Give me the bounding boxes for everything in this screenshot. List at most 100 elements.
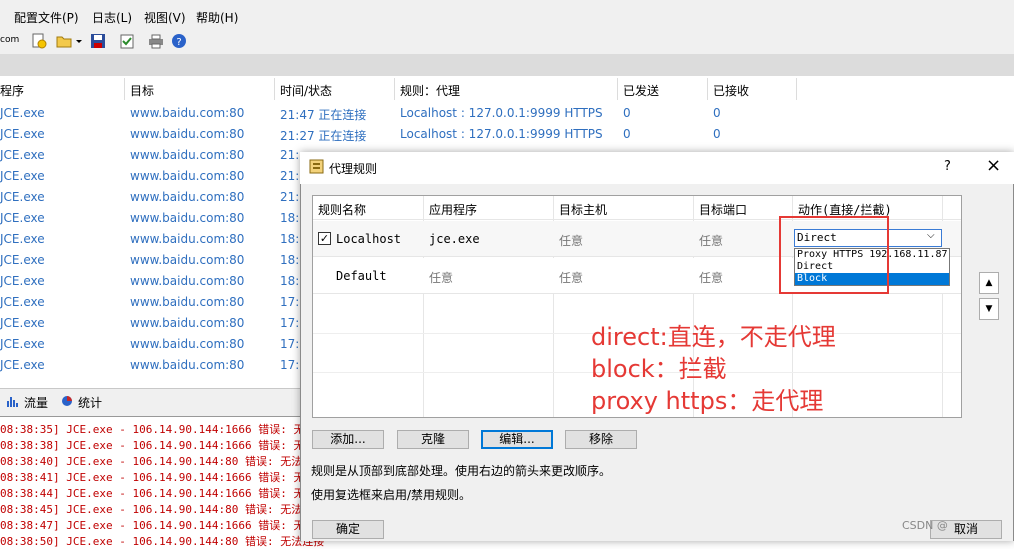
log-line: 08:38:50] JCE.exe - 106.14.90.144:80 错误:… — [0, 535, 325, 548]
statistics-pie-icon — [60, 395, 74, 407]
edit-button[interactable]: 编辑... — [481, 430, 553, 449]
table-cell: JCE.exe — [0, 274, 45, 288]
table-cell: 18: — [280, 211, 300, 225]
table-cell: JCE.exe — [0, 295, 45, 309]
log-line: 08:38:44] JCE.exe - 106.14.90.144:1666 错… — [0, 487, 327, 500]
table-cell: 18: — [280, 253, 300, 267]
rule-application: jce.exe — [429, 232, 480, 246]
log-line: 08:38:35] JCE.exe - 106.14.90.144:1666 错… — [0, 423, 327, 436]
log-line: 08:38:38] JCE.exe - 106.14.90.144:1666 错… — [0, 439, 327, 452]
column-header-time-status[interactable]: 时间/状态 — [280, 82, 332, 99]
column-divider — [394, 78, 395, 100]
chevron-down-icon[interactable]: ⌵ — [927, 230, 935, 241]
table-cell: 21: — [280, 148, 300, 162]
table-cell: JCE.exe — [0, 169, 45, 183]
table-cell: 0 — [623, 127, 631, 141]
log-line: 08:38:45] JCE.exe - 106.14.90.144:80 错误:… — [0, 503, 325, 516]
table-cell: www.baidu.com:80 — [130, 127, 245, 141]
table-cell: JCE.exe — [0, 106, 45, 120]
rule-target-port: 任意 — [699, 234, 724, 248]
profile-checker-icon[interactable] — [119, 33, 135, 49]
table-cell: 21: — [280, 190, 300, 204]
table-cell: www.baidu.com:80 — [130, 106, 245, 120]
rule-target-host: 任意 — [559, 234, 584, 248]
table-cell: JCE.exe — [0, 358, 45, 372]
table-cell: Localhost : 127.0.0.1:9999 HTTPS — [400, 106, 603, 120]
table-cell: 17: — [280, 295, 300, 309]
column-header-sent[interactable]: 已发送 — [623, 82, 659, 99]
table-cell: www.baidu.com:80 — [130, 211, 245, 225]
table-cell: www.baidu.com:80 — [130, 295, 245, 309]
rules-header-target-host[interactable]: 目标主机 — [559, 201, 607, 218]
hint-order: 规则是从顶部到底部处理。使用右边的箭头来更改顺序。 — [311, 464, 612, 478]
column-header-target[interactable]: 目标 — [130, 82, 154, 99]
rule-name: Default — [336, 269, 387, 283]
log-line: 08:38:47] JCE.exe - 106.14.90.144:1666 错… — [0, 519, 327, 532]
print-icon[interactable] — [148, 33, 164, 49]
traffic-chart-icon — [6, 395, 20, 407]
table-cell: www.baidu.com:80 — [130, 190, 245, 204]
column-divider — [274, 78, 275, 100]
rule-enabled-checkbox[interactable]: ✓ — [318, 232, 331, 245]
open-folder-icon[interactable] — [56, 33, 72, 49]
annotation-block: block：拦截 — [591, 355, 727, 383]
close-button[interactable]: × — [986, 155, 1001, 176]
new-profile-icon[interactable] — [31, 33, 47, 49]
menu-log[interactable]: 日志(L) — [92, 9, 132, 26]
dialog-titlebar — [300, 152, 1014, 184]
table-cell: JCE.exe — [0, 253, 45, 267]
rule-target-port: 任意 — [699, 271, 724, 285]
rule-name: Localhost — [336, 232, 402, 246]
clone-button[interactable]: 克隆 — [397, 430, 469, 449]
add-button[interactable]: 添加... — [312, 430, 384, 449]
menu-help[interactable]: 帮助(H) — [196, 9, 238, 26]
table-cell: JCE.exe — [0, 127, 45, 141]
menu-profile[interactable]: 配置文件(P) — [14, 9, 79, 26]
table-cell: JCE.exe — [0, 211, 45, 225]
ok-button[interactable]: 确定 — [312, 520, 384, 539]
table-cell: 17: — [280, 358, 300, 372]
save-icon[interactable] — [90, 33, 106, 49]
annotation-highlight-box — [779, 216, 889, 294]
move-up-button[interactable]: ▲ — [979, 272, 999, 294]
arrow-down-icon: ▼ — [985, 304, 993, 314]
table-cell: 0 — [713, 106, 721, 120]
table-cell: 18: — [280, 274, 300, 288]
log-line: 08:38:41] JCE.exe - 106.14.90.144:1666 错… — [0, 471, 327, 484]
table-cell: 18: — [280, 232, 300, 246]
move-down-button[interactable]: ▼ — [979, 298, 999, 320]
dropdown-arrow-icon[interactable] — [75, 33, 83, 49]
table-cell: JCE.exe — [0, 337, 45, 351]
remove-button[interactable]: 移除 — [565, 430, 637, 449]
table-cell: 0 — [713, 127, 721, 141]
svg-text:?: ? — [176, 37, 181, 48]
rules-header-target-port[interactable]: 目标端口 — [699, 201, 747, 218]
table-cell: JCE.exe — [0, 232, 45, 246]
column-divider — [124, 78, 125, 100]
rules-header-application[interactable]: 应用程序 — [429, 201, 477, 218]
table-cell: www.baidu.com:80 — [130, 316, 245, 330]
table-cell: Localhost : 127.0.0.1:9999 HTTPS — [400, 127, 603, 141]
menu-view[interactable]: 视图(V) — [144, 9, 186, 26]
tab-traffic[interactable]: 流量 — [24, 394, 48, 411]
table-cell: JCE.exe — [0, 190, 45, 204]
table-cell: www.baidu.com:80 — [130, 337, 245, 351]
help-icon[interactable]: ? — [171, 33, 187, 49]
table-cell: 0 — [623, 106, 631, 120]
annotation-proxy: proxy https：走代理 — [591, 387, 824, 415]
com-icon[interactable]: com — [0, 35, 19, 45]
column-header-program[interactable]: 程序 — [0, 82, 24, 99]
rule-target-host: 任意 — [559, 271, 584, 285]
help-button[interactable]: ? — [944, 159, 951, 174]
rule-application: 任意 — [429, 271, 454, 285]
tab-statistics[interactable]: 统计 — [78, 394, 102, 411]
table-cell: www.baidu.com:80 — [130, 253, 245, 267]
column-header-rule-proxy[interactable]: 规则：代理 — [400, 82, 460, 99]
hint-checkbox: 使用复选框来启用/禁用规则。 — [311, 488, 472, 502]
toolbar-strip — [0, 54, 1014, 76]
table-cell: 21:27 正在连接 — [280, 129, 367, 143]
rules-header-name[interactable]: 规则名称 — [318, 201, 366, 218]
arrow-up-icon: ▲ — [985, 278, 993, 288]
log-line: 08:38:40] JCE.exe - 106.14.90.144:80 错误:… — [0, 455, 325, 468]
column-header-received[interactable]: 已接收 — [713, 82, 749, 99]
